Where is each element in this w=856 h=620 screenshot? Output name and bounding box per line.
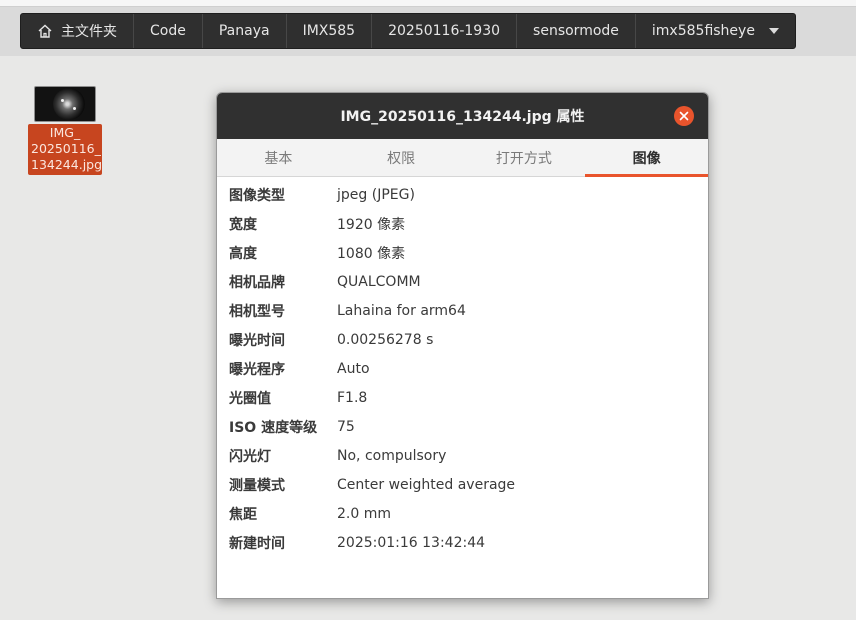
file-name-label[interactable]: IMG_ 20250116_ 134244.jpg <box>28 124 102 175</box>
tab-basic[interactable]: 基本 <box>217 139 340 176</box>
property-row: 曝光时间 0.00256278 s <box>229 325 708 354</box>
property-row: 宽度 1920 像素 <box>229 209 708 238</box>
file-name-line: 20250116_ <box>31 141 101 156</box>
property-row: 光圈值 F1.8 <box>229 383 708 412</box>
property-value: 0.00256278 s <box>337 331 434 348</box>
tab-image[interactable]: 图像 <box>585 139 708 177</box>
desktop-file-item[interactable]: IMG_ 20250116_ 134244.jpg <box>24 86 106 175</box>
dialog-title: IMG_20250116_134244.jpg 属性 <box>340 109 585 125</box>
toolbar-area: 主文件夹 Code Panaya IMX585 20250116-1930 se… <box>0 0 856 56</box>
crumb-label: imx585fisheye <box>651 23 755 39</box>
property-value: 2.0 mm <box>337 505 391 522</box>
property-row: 曝光程序 Auto <box>229 354 708 383</box>
property-key: 图像类型 <box>229 187 285 204</box>
property-key: 宽度 <box>229 216 257 233</box>
property-row: 高度 1080 像素 <box>229 238 708 267</box>
crumb-label: Panaya <box>218 23 270 39</box>
file-name-line: IMG_ <box>49 125 81 140</box>
preview-highlight <box>73 107 76 110</box>
crumb-label: 主文件夹 <box>61 24 117 40</box>
crumb-panaya[interactable]: Panaya <box>203 14 287 48</box>
tab-permissions[interactable]: 权限 <box>340 139 463 176</box>
window-edge <box>0 0 856 7</box>
crumb-sensormode[interactable]: sensormode <box>517 14 636 48</box>
crumb-imx585[interactable]: IMX585 <box>287 14 373 48</box>
property-key: 新建时间 <box>229 535 285 552</box>
crumb-code[interactable]: Code <box>134 14 203 48</box>
tab-open-with[interactable]: 打开方式 <box>463 139 586 176</box>
file-name-line: 134244.jpg <box>31 157 103 172</box>
property-value: F1.8 <box>337 389 368 406</box>
property-value: 1920 像素 <box>337 216 406 233</box>
crumb-home[interactable]: 主文件夹 <box>21 14 134 48</box>
crumb-current-folder[interactable]: imx585fisheye <box>636 14 795 48</box>
property-key: 相机型号 <box>229 303 285 320</box>
property-key: 测量模式 <box>229 477 285 494</box>
property-value: Center weighted average <box>337 476 516 493</box>
property-row: 图像类型 jpeg (JPEG) <box>229 180 708 209</box>
crumb-label: IMX585 <box>302 23 356 39</box>
property-key: 闪光灯 <box>229 448 271 465</box>
property-value: Auto <box>337 360 370 377</box>
image-thumbnail <box>34 86 96 122</box>
property-value: QUALCOMM <box>337 273 421 290</box>
property-row: ISO 速度等级 75 <box>229 412 708 441</box>
property-row: 相机品牌 QUALCOMM <box>229 267 708 296</box>
property-key: ISO 速度等级 <box>229 419 318 436</box>
property-key: 曝光时间 <box>229 332 285 349</box>
property-row: 新建时间 2025:01:16 13:42:44 <box>229 528 708 557</box>
property-key: 焦距 <box>229 506 257 523</box>
close-button[interactable] <box>674 106 694 126</box>
fisheye-preview <box>53 88 85 120</box>
property-value: No, compulsory <box>337 447 447 464</box>
crumb-label: sensormode <box>533 23 619 39</box>
property-value: 1080 像素 <box>337 245 406 262</box>
property-key: 高度 <box>229 245 257 262</box>
property-row: 闪光灯 No, compulsory <box>229 441 708 470</box>
crumb-label: 20250116-1930 <box>388 23 501 39</box>
property-key: 相机品牌 <box>229 274 285 291</box>
preview-highlight <box>61 99 64 102</box>
property-value: jpeg (JPEG) <box>337 186 415 203</box>
dialog-tabs: 基本 权限 打开方式 图像 <box>217 139 708 177</box>
property-value: 75 <box>337 418 355 435</box>
property-key: 曝光程序 <box>229 361 285 378</box>
property-value: 2025:01:16 13:42:44 <box>337 534 486 551</box>
property-row: 焦距 2.0 mm <box>229 499 708 528</box>
property-row: 测量模式 Center weighted average <box>229 470 708 499</box>
home-icon <box>38 24 52 38</box>
dialog-titlebar[interactable]: IMG_20250116_134244.jpg 属性 <box>217 93 708 139</box>
chevron-down-icon[interactable] <box>768 28 779 34</box>
path-bar: 主文件夹 Code Panaya IMX585 20250116-1930 se… <box>20 13 796 49</box>
property-value: Lahaina for arm64 <box>337 302 466 319</box>
crumb-date-folder[interactable]: 20250116-1930 <box>372 14 518 48</box>
property-key: 光圈值 <box>229 390 271 407</box>
image-properties-list: 图像类型 jpeg (JPEG) 宽度 1920 像素 高度 1080 像素 相机品牌… <box>217 177 708 557</box>
properties-dialog: IMG_20250116_134244.jpg 属性 基本 权限 打开方式 图像… <box>216 92 709 599</box>
close-icon <box>679 111 689 121</box>
property-row: 相机型号 Lahaina for arm64 <box>229 296 708 325</box>
crumb-label: Code <box>150 23 186 39</box>
